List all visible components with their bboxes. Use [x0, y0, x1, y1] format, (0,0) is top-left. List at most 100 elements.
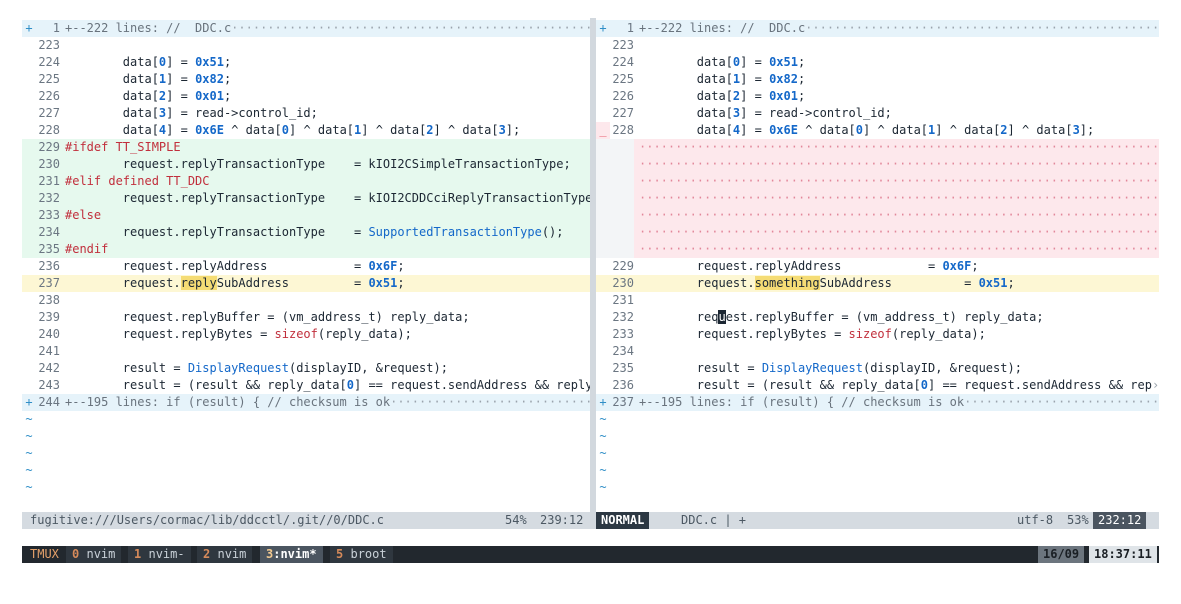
- diff-filler-line[interactable]: ········································…: [596, 241, 1159, 258]
- diff-sign: [22, 190, 36, 207]
- tilde-marker: ~: [25, 429, 33, 443]
- fold-line[interactable]: +1 +--222 lines: // DDC.c················…: [596, 20, 1159, 37]
- tmux-window-3[interactable]: 3:nvim*: [260, 546, 323, 563]
- diff-filler-line[interactable]: ········································…: [596, 156, 1159, 173]
- code-token: request.: [65, 276, 181, 290]
- code-line[interactable]: 226 data[2] = 0x01;: [22, 88, 590, 105]
- diff-sign: [22, 88, 36, 105]
- code-line[interactable]: 224 data[0] = 0x51;: [22, 54, 590, 71]
- fill-dots: ········································…: [639, 242, 1159, 256]
- code-line[interactable]: 239 request.replyBuffer = (vm_address_t)…: [22, 309, 590, 326]
- diff-filler-line[interactable]: ········································…: [596, 173, 1159, 190]
- code-token: 0: [281, 123, 289, 137]
- code-line[interactable]: 232 request.replyTransactionType = kIOI2…: [22, 190, 590, 207]
- diff-filler-line[interactable]: ········································…: [596, 190, 1159, 207]
- code-token: 0: [855, 123, 863, 137]
- line-number: 233: [612, 327, 634, 341]
- code-text: request.replyTransactionType = kIOI2CDDC…: [65, 190, 590, 207]
- code-line[interactable]: 233 request.replyBytes = sizeof(reply_da…: [596, 326, 1159, 343]
- right-diff-pane[interactable]: +1 +--222 lines: // DDC.c················…: [596, 18, 1159, 529]
- line-number: 232: [38, 191, 60, 205]
- fill-dots: ········································…: [390, 395, 590, 409]
- code-line[interactable]: 225 data[1] = 0x82;: [22, 71, 590, 88]
- tmux-window-1[interactable]: 1 nvim-: [128, 546, 191, 563]
- code-token: est.replyBuffer = (vm_address_t) reply_d…: [725, 310, 1044, 324]
- fold-line[interactable]: +1 +--222 lines: // DDC.c················…: [22, 20, 590, 37]
- code-line[interactable]: 242 result = DisplayRequest(displayID, &…: [22, 360, 590, 377]
- code-line[interactable]: 241: [22, 343, 590, 360]
- code-token: data[: [65, 55, 159, 69]
- line-number: 236: [612, 378, 634, 392]
- line-number: 228: [612, 123, 634, 137]
- code-line[interactable]: 236 result = (result && reply_data[0] ==…: [596, 377, 1159, 394]
- code-line[interactable]: 229 request.replyAddress = 0x6F;: [596, 258, 1159, 275]
- code-line[interactable]: _ 228 data[4] = 0x6E ^ data[0] ^ data[1] …: [596, 122, 1159, 139]
- code-token: 0: [920, 378, 928, 392]
- diff-sign: [596, 71, 610, 88]
- diff-sign: [596, 224, 610, 241]
- code-line[interactable]: 224 data[0] = 0x51;: [596, 54, 1159, 71]
- code-line[interactable]: 225 data[1] = 0x82;: [596, 71, 1159, 88]
- line-number: [610, 207, 634, 224]
- diff-sign: [596, 207, 610, 224]
- code-token: ] =: [740, 89, 770, 103]
- code-token: ();: [541, 225, 564, 239]
- status-percent: 54%: [505, 513, 527, 527]
- tmux-window-0[interactable]: 0 nvim: [66, 546, 122, 563]
- fold-line[interactable]: +237 +--195 lines: if (result) { // check…: [596, 394, 1159, 411]
- code-token: 0x6F: [942, 259, 972, 273]
- code-line[interactable]: 223: [596, 37, 1159, 54]
- code-token: ];: [1079, 123, 1095, 137]
- code-line[interactable]: 236 request.replyAddress = 0x6F;: [22, 258, 590, 275]
- diff-filler-line[interactable]: ········································…: [596, 207, 1159, 224]
- code-line[interactable]: 237 request.replySubAddress = 0x51;: [22, 275, 590, 292]
- code-line[interactable]: 226 data[2] = 0x01;: [596, 88, 1159, 105]
- code-line[interactable]: 240 request.replyBytes = sizeof(reply_da…: [22, 326, 590, 343]
- diff-filler-line[interactable]: ········································…: [596, 139, 1159, 156]
- code-text: data[4] = 0x6E ^ data[0] ^ data[1] ^ dat…: [65, 122, 590, 139]
- code-text: #ifdef TT_SIMPLE: [65, 139, 590, 156]
- code-text: result = DisplayRequest(displayID, &requ…: [639, 360, 1159, 377]
- diff-sign: [22, 173, 36, 190]
- line-number: 239: [38, 310, 60, 324]
- code-token: ;: [1007, 276, 1015, 290]
- code-line[interactable]: 230 request.replyTransactionType = kIOI2…: [22, 156, 590, 173]
- code-line[interactable]: 227 data[3] = read->control_id;: [22, 105, 590, 122]
- code-line[interactable]: 231: [596, 292, 1159, 309]
- code-line[interactable]: 234 request.replyTransactionType = Suppo…: [22, 224, 590, 241]
- code-line[interactable]: 228 data[4] = 0x6E ^ data[0] ^ data[1] ^…: [22, 122, 590, 139]
- code-token: 0x01: [769, 89, 798, 103]
- code-line[interactable]: 235 #endif: [22, 241, 590, 258]
- code-text: ········································…: [639, 190, 1159, 207]
- code-token: request.replyTransactionType = kIOI2CSim…: [65, 157, 571, 171]
- line-number: 226: [612, 89, 634, 103]
- diff-sign: [596, 139, 610, 156]
- line-number: 238: [38, 293, 60, 307]
- tmux-window-5[interactable]: 5 broot: [330, 546, 393, 563]
- code-line[interactable]: 223: [22, 37, 590, 54]
- diff-filler-line[interactable]: ········································…: [596, 224, 1159, 241]
- tmux-window-2[interactable]: 2 nvim: [197, 546, 253, 563]
- diff-sign: [22, 343, 36, 360]
- left-diff-pane[interactable]: +1 +--222 lines: // DDC.c················…: [22, 18, 590, 529]
- code-line[interactable]: 235 result = DisplayRequest(displayID, &…: [596, 360, 1159, 377]
- code-line[interactable]: 229 #ifdef TT_SIMPLE: [22, 139, 590, 156]
- end-of-buffer-marker: ~: [596, 462, 1159, 479]
- code-line[interactable]: 227 data[3] = read->control_id;: [596, 105, 1159, 122]
- code-line[interactable]: 234: [596, 343, 1159, 360]
- code-line[interactable]: 232 request.replyBuffer = (vm_address_t)…: [596, 309, 1159, 326]
- fold-line[interactable]: +244 +--195 lines: if (result) { // check…: [22, 394, 590, 411]
- code-line[interactable]: 231 #elif defined TT_DDC: [22, 173, 590, 190]
- mode-indicator: NORMAL: [596, 512, 650, 529]
- code-line[interactable]: 238: [22, 292, 590, 309]
- line-number: 234: [612, 344, 634, 358]
- diff-sign: _: [596, 122, 610, 139]
- code-token: (displayID, &request);: [288, 361, 448, 375]
- code-line[interactable]: 243 result = (result && reply_data[0] ==…: [22, 377, 590, 394]
- code-line[interactable]: 233 #else: [22, 207, 590, 224]
- tmux-clock: 18:37:11: [1089, 546, 1157, 563]
- code-line[interactable]: 230 request.somethingSubAddress = 0x51;: [596, 275, 1159, 292]
- fold-text: +--195 lines: if (result) { // checksum …: [65, 394, 590, 411]
- diff-sign: [22, 241, 36, 258]
